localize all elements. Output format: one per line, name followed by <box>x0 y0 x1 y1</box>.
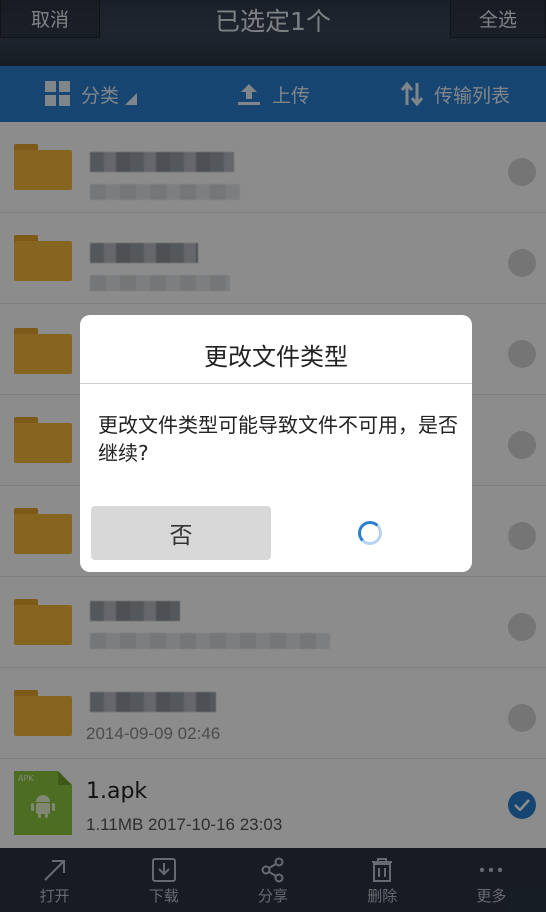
dialog-divider <box>80 383 472 384</box>
loading-spinner-icon <box>358 521 382 545</box>
dialog-message: 更改文件类型可能导致文件不可用，是否继续? <box>98 413 458 465</box>
change-file-type-dialog: 更改文件类型 更改文件类型可能导致文件不可用，是否继续? 否 <box>80 315 472 572</box>
no-button[interactable]: 否 <box>91 506 271 560</box>
dialog-title: 更改文件类型 <box>204 343 348 371</box>
